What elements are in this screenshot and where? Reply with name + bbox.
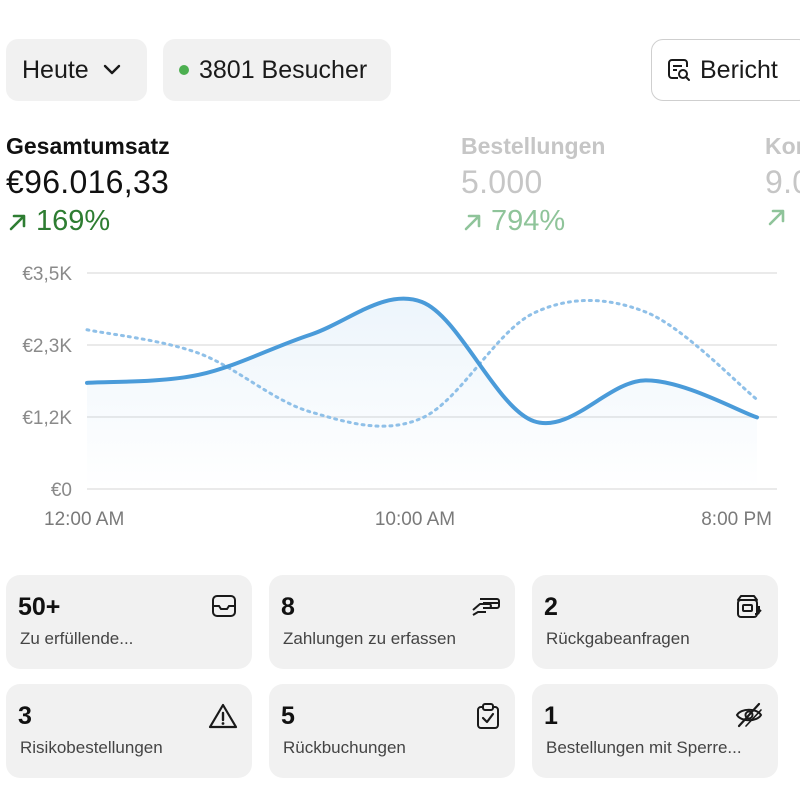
hand-card-icon (471, 593, 501, 619)
y-tick-label: €0 (51, 480, 72, 501)
card-description: Rückbuchungen (283, 738, 406, 757)
card-description: Zu erfüllende... (20, 629, 134, 648)
warning-icon (208, 702, 238, 730)
metric-change: 169% (6, 205, 170, 238)
card-chargebacks[interactable]: 5 Rückbuchungen (269, 684, 515, 778)
card-count: 5 (281, 702, 295, 730)
metric-value: 5.000 (461, 164, 543, 200)
metric-change (765, 205, 800, 229)
return-box-icon (734, 593, 764, 621)
metric-conversion[interactable]: Kon 9.0 (765, 133, 800, 229)
y-tick-label: €1,2K (22, 408, 72, 429)
card-description: Rückgabeanfragen (546, 629, 690, 648)
card-description: Bestellungen mit Sperre... (546, 738, 742, 757)
card-count: 2 (544, 593, 558, 621)
card-payments-to-capture[interactable]: 8 Zahlungen zu erfassen (269, 575, 515, 669)
x-tick-label: 8:00 PM (701, 509, 772, 530)
card-count: 3 (18, 702, 32, 730)
arrow-up-right-icon (9, 214, 26, 230)
metric-change: 794% (461, 205, 605, 238)
metric-value: 9.0 (765, 164, 800, 200)
report-button[interactable]: Bericht (651, 39, 800, 101)
card-description: Zahlungen zu erfassen (283, 629, 456, 648)
card-return-requests[interactable]: 2 Rückgabeanfragen (532, 575, 778, 669)
arrow-up-right-icon (768, 209, 785, 226)
metric-label: Kon (765, 133, 800, 159)
eye-off-icon (734, 702, 764, 728)
clipboard-check-icon (475, 702, 501, 730)
report-search-icon (666, 57, 692, 83)
series-area-current (87, 298, 757, 489)
arrow-up-right-icon (464, 214, 481, 230)
metric-change-value: 794% (491, 205, 566, 237)
card-orders-to-fulfill[interactable]: 50+ Zu erfüllende... (6, 575, 252, 669)
metric-orders[interactable]: Bestellungen 5.000 794% (461, 133, 605, 238)
metric-change-value: 169% (36, 205, 111, 237)
period-label: Heute (22, 55, 89, 84)
y-tick-label: €2,3K (22, 336, 72, 357)
metric-total-sales[interactable]: Gesamtumsatz €96.016,33 169% (6, 133, 170, 238)
chevron-down-icon (103, 64, 121, 76)
live-dot-icon (179, 65, 189, 75)
sales-line-chart: €0 €1,2K €2,3K €3,5K 12:00 AM 10:00 AM 8:00 PM (22, 264, 777, 530)
metric-label: Gesamtumsatz (6, 133, 170, 159)
visitors-label: 3801 Besucher (199, 55, 368, 84)
visitors-badge[interactable]: 3801 Besucher (163, 39, 391, 101)
card-count: 8 (281, 593, 295, 621)
x-tick-label: 12:00 AM (44, 509, 124, 530)
toolbar: Heute 3801 Besucher Bericht (6, 39, 800, 101)
inbox-icon (210, 593, 238, 619)
card-risk-orders[interactable]: 3 Risikobestellungen (6, 684, 252, 778)
metric-label: Bestellungen (461, 133, 606, 159)
period-selector[interactable]: Heute (6, 39, 147, 101)
report-label: Bericht (700, 55, 778, 84)
card-count: 1 (544, 702, 558, 730)
card-count: 50+ (18, 593, 61, 621)
x-tick-label: 10:00 AM (375, 509, 455, 530)
card-blocked-orders[interactable]: 1 Bestellungen mit Sperre... (532, 684, 778, 778)
card-description: Risikobestellungen (20, 738, 163, 757)
y-tick-label: €3,5K (22, 264, 72, 285)
metric-value: €96.016,33 (6, 164, 170, 200)
